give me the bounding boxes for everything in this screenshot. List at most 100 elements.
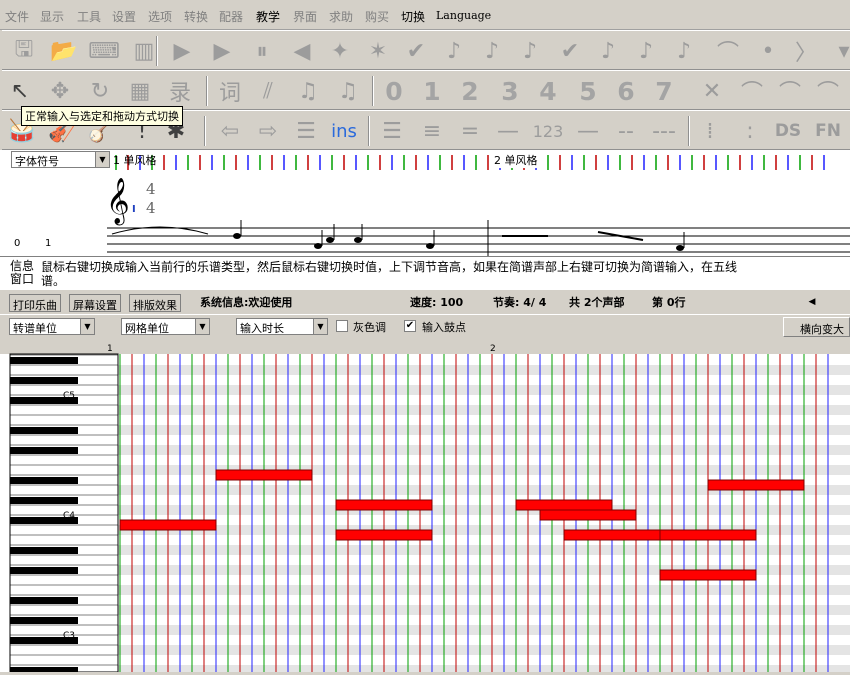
menu-item-9[interactable]: 求助 [329, 8, 353, 25]
save-icon[interactable]: 🖫 [8, 35, 40, 67]
note-up2-icon[interactable]: ♪ [476, 35, 508, 67]
arrow-left-icon[interactable]: ⇦ [214, 115, 246, 147]
scroll-left-icon[interactable]: ◀ [805, 295, 819, 309]
phrase-icon[interactable]: ⌒ [812, 75, 844, 107]
tie-icon[interactable]: ⌒ [736, 75, 768, 107]
beam-note-icon[interactable]: ♫ [292, 75, 324, 107]
note-up5-icon[interactable]: ♪ [630, 35, 662, 67]
back-icon[interactable]: ◀ [286, 35, 318, 67]
butterfly-icon[interactable]: ✦ [324, 35, 356, 67]
abc-check-icon[interactable]: ✔ [554, 35, 586, 67]
combo2-value: 网格单位 [125, 322, 169, 335]
roll-note [707, 479, 805, 491]
number-5-button[interactable]: 5 [572, 75, 604, 107]
key-label-C5: C5 [63, 391, 75, 401]
grid-icon[interactable]: ▦ [124, 75, 156, 107]
dash2-icon[interactable]: -- [610, 115, 642, 147]
note-up4-icon[interactable]: ♪ [592, 35, 624, 67]
ds-button[interactable]: DS [772, 115, 804, 147]
lines-icon[interactable]: ☰ [290, 115, 322, 147]
menu-item-7[interactable]: 教学 [256, 8, 280, 25]
pause-icon[interactable]: ⏸ [246, 35, 278, 67]
tab-screen-settings[interactable]: 屏幕设置 [69, 294, 121, 312]
number-7-button[interactable]: 7 [648, 75, 680, 107]
font-symbol-combo[interactable]: 字体符号 ▼ [11, 151, 110, 168]
fermata-icon[interactable]: ⌒ [712, 35, 744, 67]
piano-roll-grid[interactable]: 1 2 C5 C4 C3 [0, 340, 850, 675]
slash-icon[interactable]: ⫽ [252, 75, 284, 107]
piano-roll[interactable]: 1 2 C5 C4 C3 [0, 340, 850, 675]
black-key [10, 617, 78, 624]
beam-note2-icon[interactable]: ♫ [332, 75, 364, 107]
menu-item-10[interactable]: 购买 [365, 8, 389, 25]
input-duration-combo[interactable]: 输入时长 ▼ [236, 318, 328, 335]
toolbar-separator [206, 76, 208, 106]
rotate-icon[interactable]: ↻ [84, 75, 116, 107]
score-view[interactable]: 𝄞 0 1 4 4 I [0, 170, 850, 256]
note-up3-icon[interactable]: ♪ [514, 35, 546, 67]
delete-icon[interactable]: ✕ [696, 75, 728, 107]
lyric-icon[interactable]: 词 [214, 75, 246, 107]
menu-item-6[interactable]: 配器 [219, 8, 243, 25]
play-icon[interactable]: ▶ [166, 35, 198, 67]
chevron-down-icon[interactable]: ▼ [95, 152, 109, 167]
record-icon[interactable]: 录 [164, 75, 196, 107]
check-icon[interactable]: ✔ [400, 35, 432, 67]
open-icon[interactable]: 📂 [48, 35, 80, 67]
menu-item-5[interactable]: 转换 [184, 8, 208, 25]
toolbar-input: ↖ ✥ ↻ ▦ 录词 ⫽ ♫ ♫ 0 1 2 3 4 5 6 7 ✕ ⌒ ⌒ ⌒ [2, 70, 850, 110]
select-cursor-icon[interactable]: ↖ [4, 75, 36, 107]
chevron-down-icon[interactable]: ▼ [195, 319, 209, 334]
menu-item-11[interactable]: 切换 [401, 8, 425, 25]
slur-icon[interactable]: ⌒ [774, 75, 806, 107]
bars4-icon[interactable]: ☰ [376, 115, 408, 147]
dropdown-icon[interactable]: ▾ [828, 35, 850, 67]
number-6-button[interactable]: 6 [610, 75, 642, 107]
widen-button[interactable]: 横向变大 [783, 317, 850, 337]
bars2-icon[interactable]: = [454, 115, 486, 147]
dash3-icon[interactable]: --- [648, 115, 680, 147]
note-head [326, 237, 334, 243]
menu-item-0[interactable]: 文件 [5, 8, 29, 25]
menu-item-3[interactable]: 设置 [112, 8, 136, 25]
repeat-icon[interactable]: ⁞ [694, 115, 726, 147]
black-key [10, 447, 78, 454]
menu-item-8[interactable]: 界面 [293, 8, 317, 25]
star-icon[interactable]: ✶ [362, 35, 394, 67]
repeat-dots-icon[interactable]: : [734, 115, 766, 147]
gray-tone-checkbox[interactable] [336, 320, 348, 332]
transpose-unit-combo[interactable]: 转谱单位 ▼ [9, 318, 95, 335]
menu-item-2[interactable]: 工具 [77, 8, 101, 25]
tab-print[interactable]: 打印乐曲 [9, 294, 61, 312]
grid-unit-combo[interactable]: 网格单位 ▼ [121, 318, 210, 335]
play-step-icon[interactable]: ▶ [206, 35, 238, 67]
number-1-button[interactable]: 1 [416, 75, 448, 107]
keyboard-icon[interactable]: ⌨ [88, 35, 120, 67]
drum-input-checkbox[interactable]: ✔ [404, 320, 416, 332]
number-4-button[interactable]: 4 [532, 75, 564, 107]
black-key [10, 497, 78, 504]
bars3-icon[interactable]: ≡ [416, 115, 448, 147]
note-up-icon[interactable]: ♪ [438, 35, 470, 67]
move-icon[interactable]: ✥ [44, 75, 76, 107]
menu-item-1[interactable]: 显示 [40, 8, 64, 25]
fn-button[interactable]: FN [812, 115, 844, 147]
note-up6-icon[interactable]: ♪ [668, 35, 700, 67]
number-0-button[interactable]: 0 [378, 75, 410, 107]
chevron-down-icon[interactable]: ▼ [313, 319, 327, 334]
dash-icon[interactable]: — [572, 115, 604, 147]
number-2-button[interactable]: 2 [454, 75, 486, 107]
tab-layout[interactable]: 排版效果 [129, 294, 181, 312]
numbers-123-icon[interactable]: 123 [532, 115, 564, 147]
chevron-right-icon[interactable]: 〉 [790, 35, 822, 67]
status-row: 第 0行 [652, 296, 686, 309]
roll-note [515, 499, 613, 511]
bar1-icon[interactable]: — [492, 115, 524, 147]
dot-icon[interactable]: • [752, 35, 784, 67]
menu-item-4[interactable]: 选项 [148, 8, 172, 25]
ins-button[interactable]: ins [328, 115, 360, 147]
menu-item-12[interactable]: Language [436, 9, 491, 22]
arrow-right-icon[interactable]: ⇨ [252, 115, 284, 147]
chevron-down-icon[interactable]: ▼ [80, 319, 94, 334]
number-3-button[interactable]: 3 [494, 75, 526, 107]
